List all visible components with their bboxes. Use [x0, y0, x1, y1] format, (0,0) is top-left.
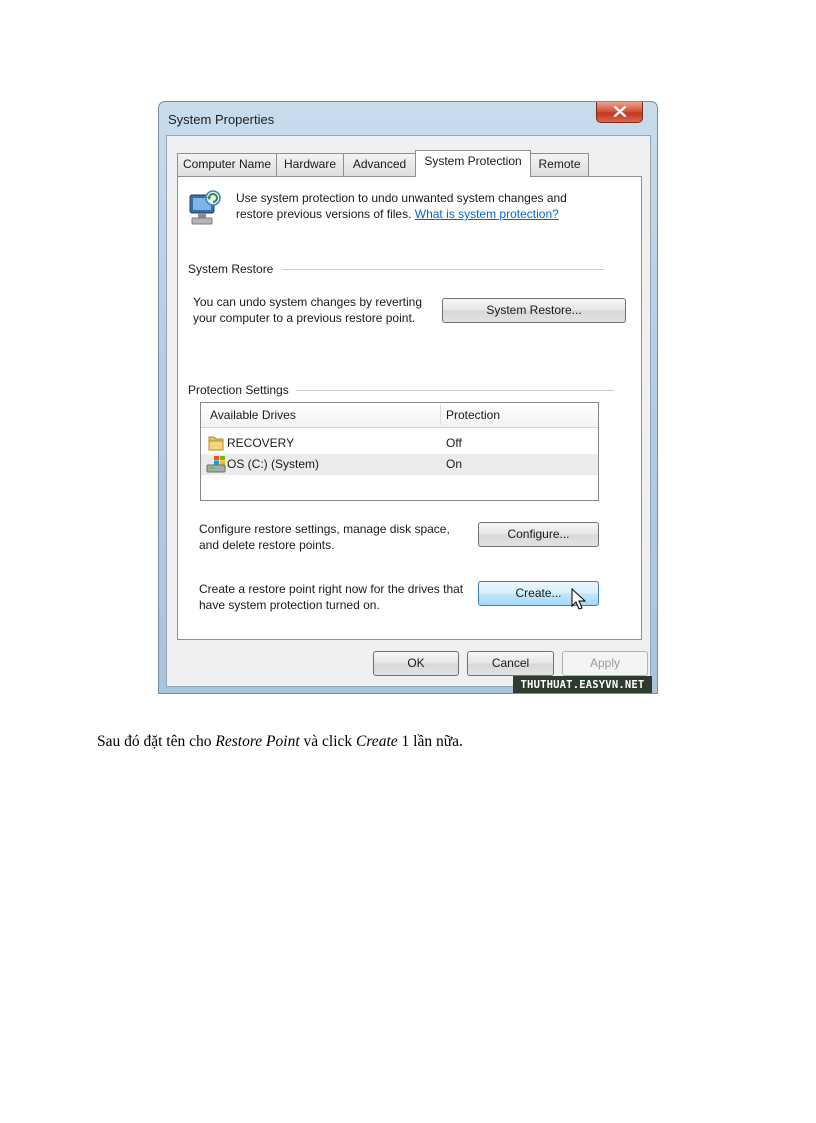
system-restore-desc-line1: You can undo system changes by reverting: [193, 295, 423, 309]
tab-system-protection[interactable]: System Protection: [415, 150, 531, 177]
column-separator: [440, 405, 441, 425]
close-icon: [614, 106, 626, 117]
dialog-client-area: Computer Name Hardware Advanced System P…: [166, 135, 651, 687]
system-restore-divider: [282, 269, 604, 270]
intro-text-line2: restore previous versions of files. What…: [236, 206, 559, 222]
apply-button[interactable]: Apply: [562, 651, 648, 676]
system-protection-icon: [189, 190, 221, 225]
protection-settings-divider: [296, 390, 614, 391]
mouse-cursor-icon: [571, 588, 587, 610]
cancel-button[interactable]: Cancel: [467, 651, 554, 676]
caption-text-2: và click: [299, 733, 357, 750]
configure-desc-line2: and delete restore points.: [199, 538, 335, 552]
create-desc-line1: Create a restore point right now for the…: [199, 582, 464, 596]
what-is-system-protection-link[interactable]: What is system protection?: [415, 207, 559, 221]
system-properties-screenshot: System Properties Computer Name Hardware…: [158, 101, 658, 694]
system-drive-icon: [206, 456, 226, 473]
caption-italic-create: Create: [356, 733, 398, 750]
folder-icon: [208, 436, 224, 451]
drive-protection: On: [446, 457, 463, 471]
drive-protection: Off: [446, 436, 462, 450]
tab-remote[interactable]: Remote: [530, 153, 589, 176]
drive-name: OS (C:) (System): [227, 457, 319, 471]
tab-advanced[interactable]: Advanced: [343, 153, 416, 176]
tab-computer-name[interactable]: Computer Name: [177, 153, 277, 176]
caption-italic-restore-point: Restore Point: [215, 733, 300, 750]
window-title: System Properties: [168, 112, 275, 127]
tab-hardware[interactable]: Hardware: [276, 153, 344, 176]
drive-name: RECOVERY: [227, 436, 295, 450]
system-protection-page: Use system protection to undo unwanted s…: [177, 176, 642, 640]
configure-desc-line1: Configure restore settings, manage disk …: [199, 522, 450, 536]
column-protection[interactable]: Protection: [446, 407, 500, 423]
ok-button[interactable]: OK: [373, 651, 459, 676]
configure-button[interactable]: Configure...: [478, 522, 599, 547]
caption-text-3: 1 lần nữa.: [397, 733, 463, 750]
intro-text-line2-plain: restore previous versions of files.: [236, 207, 412, 221]
drive-row-os[interactable]: OS (C:) (System) On: [201, 454, 598, 475]
create-desc-line2: have system protection turned on.: [199, 598, 380, 612]
column-available-drives[interactable]: Available Drives: [210, 407, 296, 423]
drives-list[interactable]: Available Drives Protection RECOVERY Off: [200, 402, 599, 501]
watermark: THUTHUAT.EASYVN.NET: [513, 676, 652, 693]
caption-paragraph: Sau đó đặt tên cho Restore Point và clic…: [97, 733, 463, 751]
system-restore-group-label: System Restore: [188, 262, 274, 276]
drives-list-header: Available Drives Protection: [201, 403, 598, 428]
protection-settings-group-label: Protection Settings: [188, 383, 289, 397]
intro-text-line1: Use system protection to undo unwanted s…: [236, 191, 567, 205]
drive-row-recovery[interactable]: RECOVERY Off: [201, 433, 598, 454]
close-button[interactable]: [596, 102, 643, 123]
system-restore-button[interactable]: System Restore...: [442, 298, 626, 323]
caption-text-1: Sau đó đặt tên cho: [97, 733, 216, 750]
system-restore-desc-line2: your computer to a previous restore poin…: [193, 311, 416, 325]
